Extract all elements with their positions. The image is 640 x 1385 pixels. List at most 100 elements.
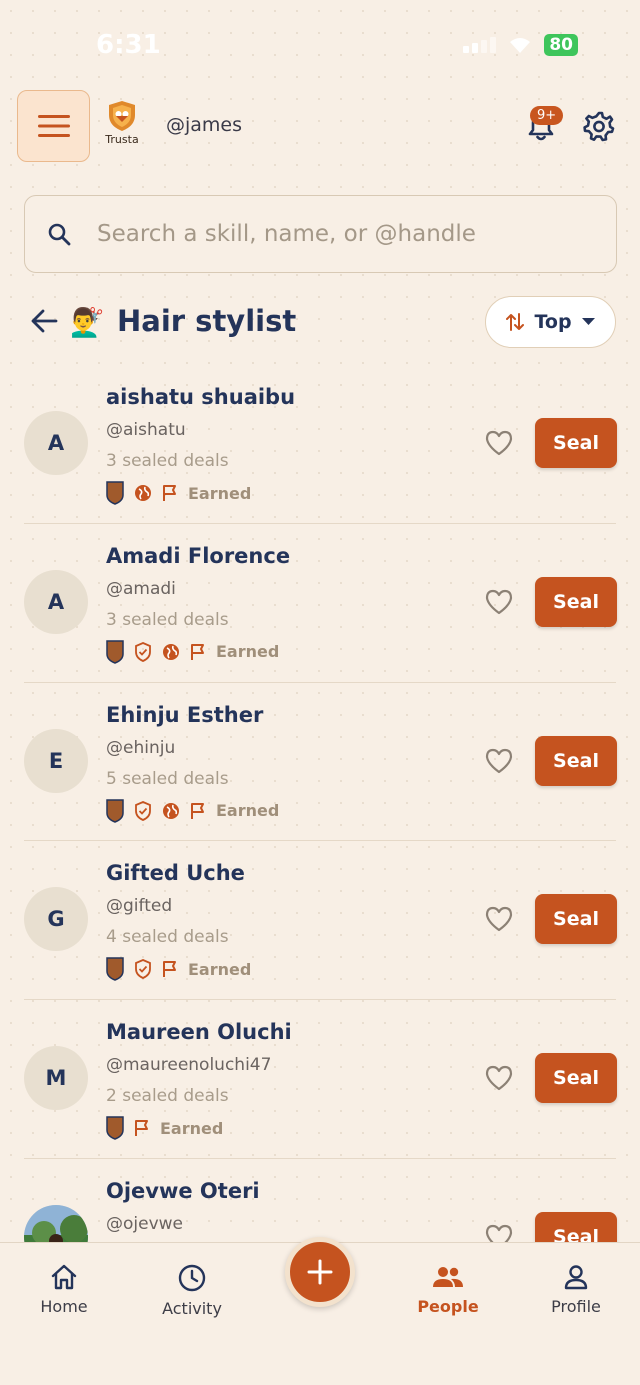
list-item[interactable]: E Ehinju Esther @ehinju 5 sealed deals E… [24,683,617,842]
wifi-icon [510,38,531,53]
person-handle: @aishatu [106,420,186,440]
avatar: A [24,411,88,475]
person-name: Ehinju Esther [106,702,264,727]
avatar: A [24,569,88,634]
avatar: E [24,728,88,793]
heart-icon[interactable] [485,906,513,932]
seal-button[interactable]: Seal [535,894,617,945]
list-item[interactable]: A aishatu shuaibu @aishatu 3 sealed deal… [24,365,617,524]
seal-button[interactable]: Seal [535,1211,617,1242]
sealed-deals-count: 4 sealed deals [106,927,229,948]
sort-arrows-icon [506,313,525,331]
flag-icon [191,643,204,660]
nav-label-people: People [417,1297,479,1316]
person-handle: @ehinju [106,737,176,758]
sealed-deals-count: 2 sealed deals [106,1086,229,1107]
user-handle[interactable]: @james [166,114,242,136]
shield-check-icon [135,641,151,662]
person-handle: @amadi [106,578,176,599]
globe-icon [163,802,179,819]
heart-icon[interactable] [485,430,513,456]
sort-dropdown[interactable]: Top [485,296,616,348]
seal-button[interactable]: Seal [535,735,617,786]
status-bar: 6:31 80 [0,0,640,90]
list-item[interactable]: G Gifted Uche @gifted 4 sealed deals Ear… [24,841,617,1001]
nav-activity[interactable]: Activity [137,1263,247,1318]
badge-row: Earned [106,957,252,982]
gear-icon[interactable] [583,110,615,142]
shield-badge-icon [106,798,124,823]
badge-row: Earned [106,481,251,505]
shield-check-icon [135,959,151,980]
search-icon [47,222,71,246]
avatar-photo [24,1204,88,1242]
person-name: Amadi Florence [106,543,291,568]
earned-label: Earned [188,959,252,979]
badge-row: Earned [106,798,279,823]
shield-check-icon [135,800,151,821]
search-input[interactable] [97,221,616,247]
shield-badge-icon [106,957,124,982]
heart-icon[interactable] [485,748,513,774]
list-item[interactable]: M Maureen Oluchi @maureenoluchi47 2 seal… [24,1000,617,1159]
bottom-nav: Home Activity People Profile [0,1237,640,1385]
list-item[interactable]: A Amadi Florence @amadi 3 sealed deals E… [24,524,617,683]
flag-icon [163,485,176,501]
logo-text: Trusta [105,133,139,146]
seal-button[interactable]: Seal [535,418,617,468]
person-handle: @gifted [106,896,173,917]
list-item[interactable]: Ojevwe Oteri @ojevwe Seal [24,1159,617,1242]
heart-icon[interactable] [485,1224,513,1242]
nav-label-home: Home [40,1297,88,1316]
person-name: Maureen Oluchi [106,1020,292,1045]
signal-icon [463,37,497,53]
category-emoji: 💇‍♂️ [70,306,105,339]
clock-icon [178,1264,206,1292]
status-time: 6:31 [96,30,161,60]
earned-label: Earned [216,642,280,662]
person-name: aishatu shuaibu [106,385,296,409]
plus-icon [307,1259,333,1285]
app-header: Trusta @james 9+ [0,90,640,162]
home-icon [51,1264,77,1290]
person-name: Gifted Uche [106,861,245,886]
earned-label: Earned [188,483,252,503]
search-bar [24,195,617,273]
person-icon [564,1265,588,1290]
badge-row: Earned [106,640,279,664]
app-logo: Trusta [102,100,142,146]
nav-profile[interactable]: Profile [521,1263,631,1316]
shield-logo-icon [109,101,135,131]
caret-down-icon [581,318,595,325]
nav-label-activity: Activity [162,1299,222,1318]
sealed-deals-count: 3 sealed deals [106,609,229,630]
heart-icon[interactable] [485,1065,513,1091]
sealed-deals-count: 3 sealed deals [106,451,229,471]
people-icon [433,1267,463,1287]
badge-row: Earned [106,1116,223,1140]
people-list: A aishatu shuaibu @aishatu 3 sealed deal… [0,365,640,1242]
back-arrow-icon[interactable] [30,308,58,334]
battery-indicator: 80 [544,34,578,56]
avatar: M [24,1046,88,1111]
globe-icon [163,643,179,660]
flag-icon [135,1120,148,1137]
shield-badge-icon [106,481,124,505]
menu-button[interactable] [17,90,90,162]
globe-icon [135,485,151,501]
sealed-deals-count: 5 sealed deals [106,768,229,789]
earned-label: Earned [160,1118,224,1138]
person-handle: @maureenoluchi47 [106,1055,272,1076]
avatar: G [24,887,88,952]
shield-badge-icon [106,640,124,664]
nav-home[interactable]: Home [9,1263,119,1316]
create-fab-button[interactable] [285,1237,355,1307]
seal-button[interactable]: Seal [535,1053,617,1104]
nav-people[interactable]: People [393,1263,503,1316]
nav-label-profile: Profile [551,1297,601,1316]
seal-button[interactable]: Seal [535,576,617,627]
sort-label: Top [534,311,572,333]
page-title: Hair stylist [117,304,297,338]
notification-badge: 9+ [530,106,564,125]
heart-icon[interactable] [485,589,513,615]
